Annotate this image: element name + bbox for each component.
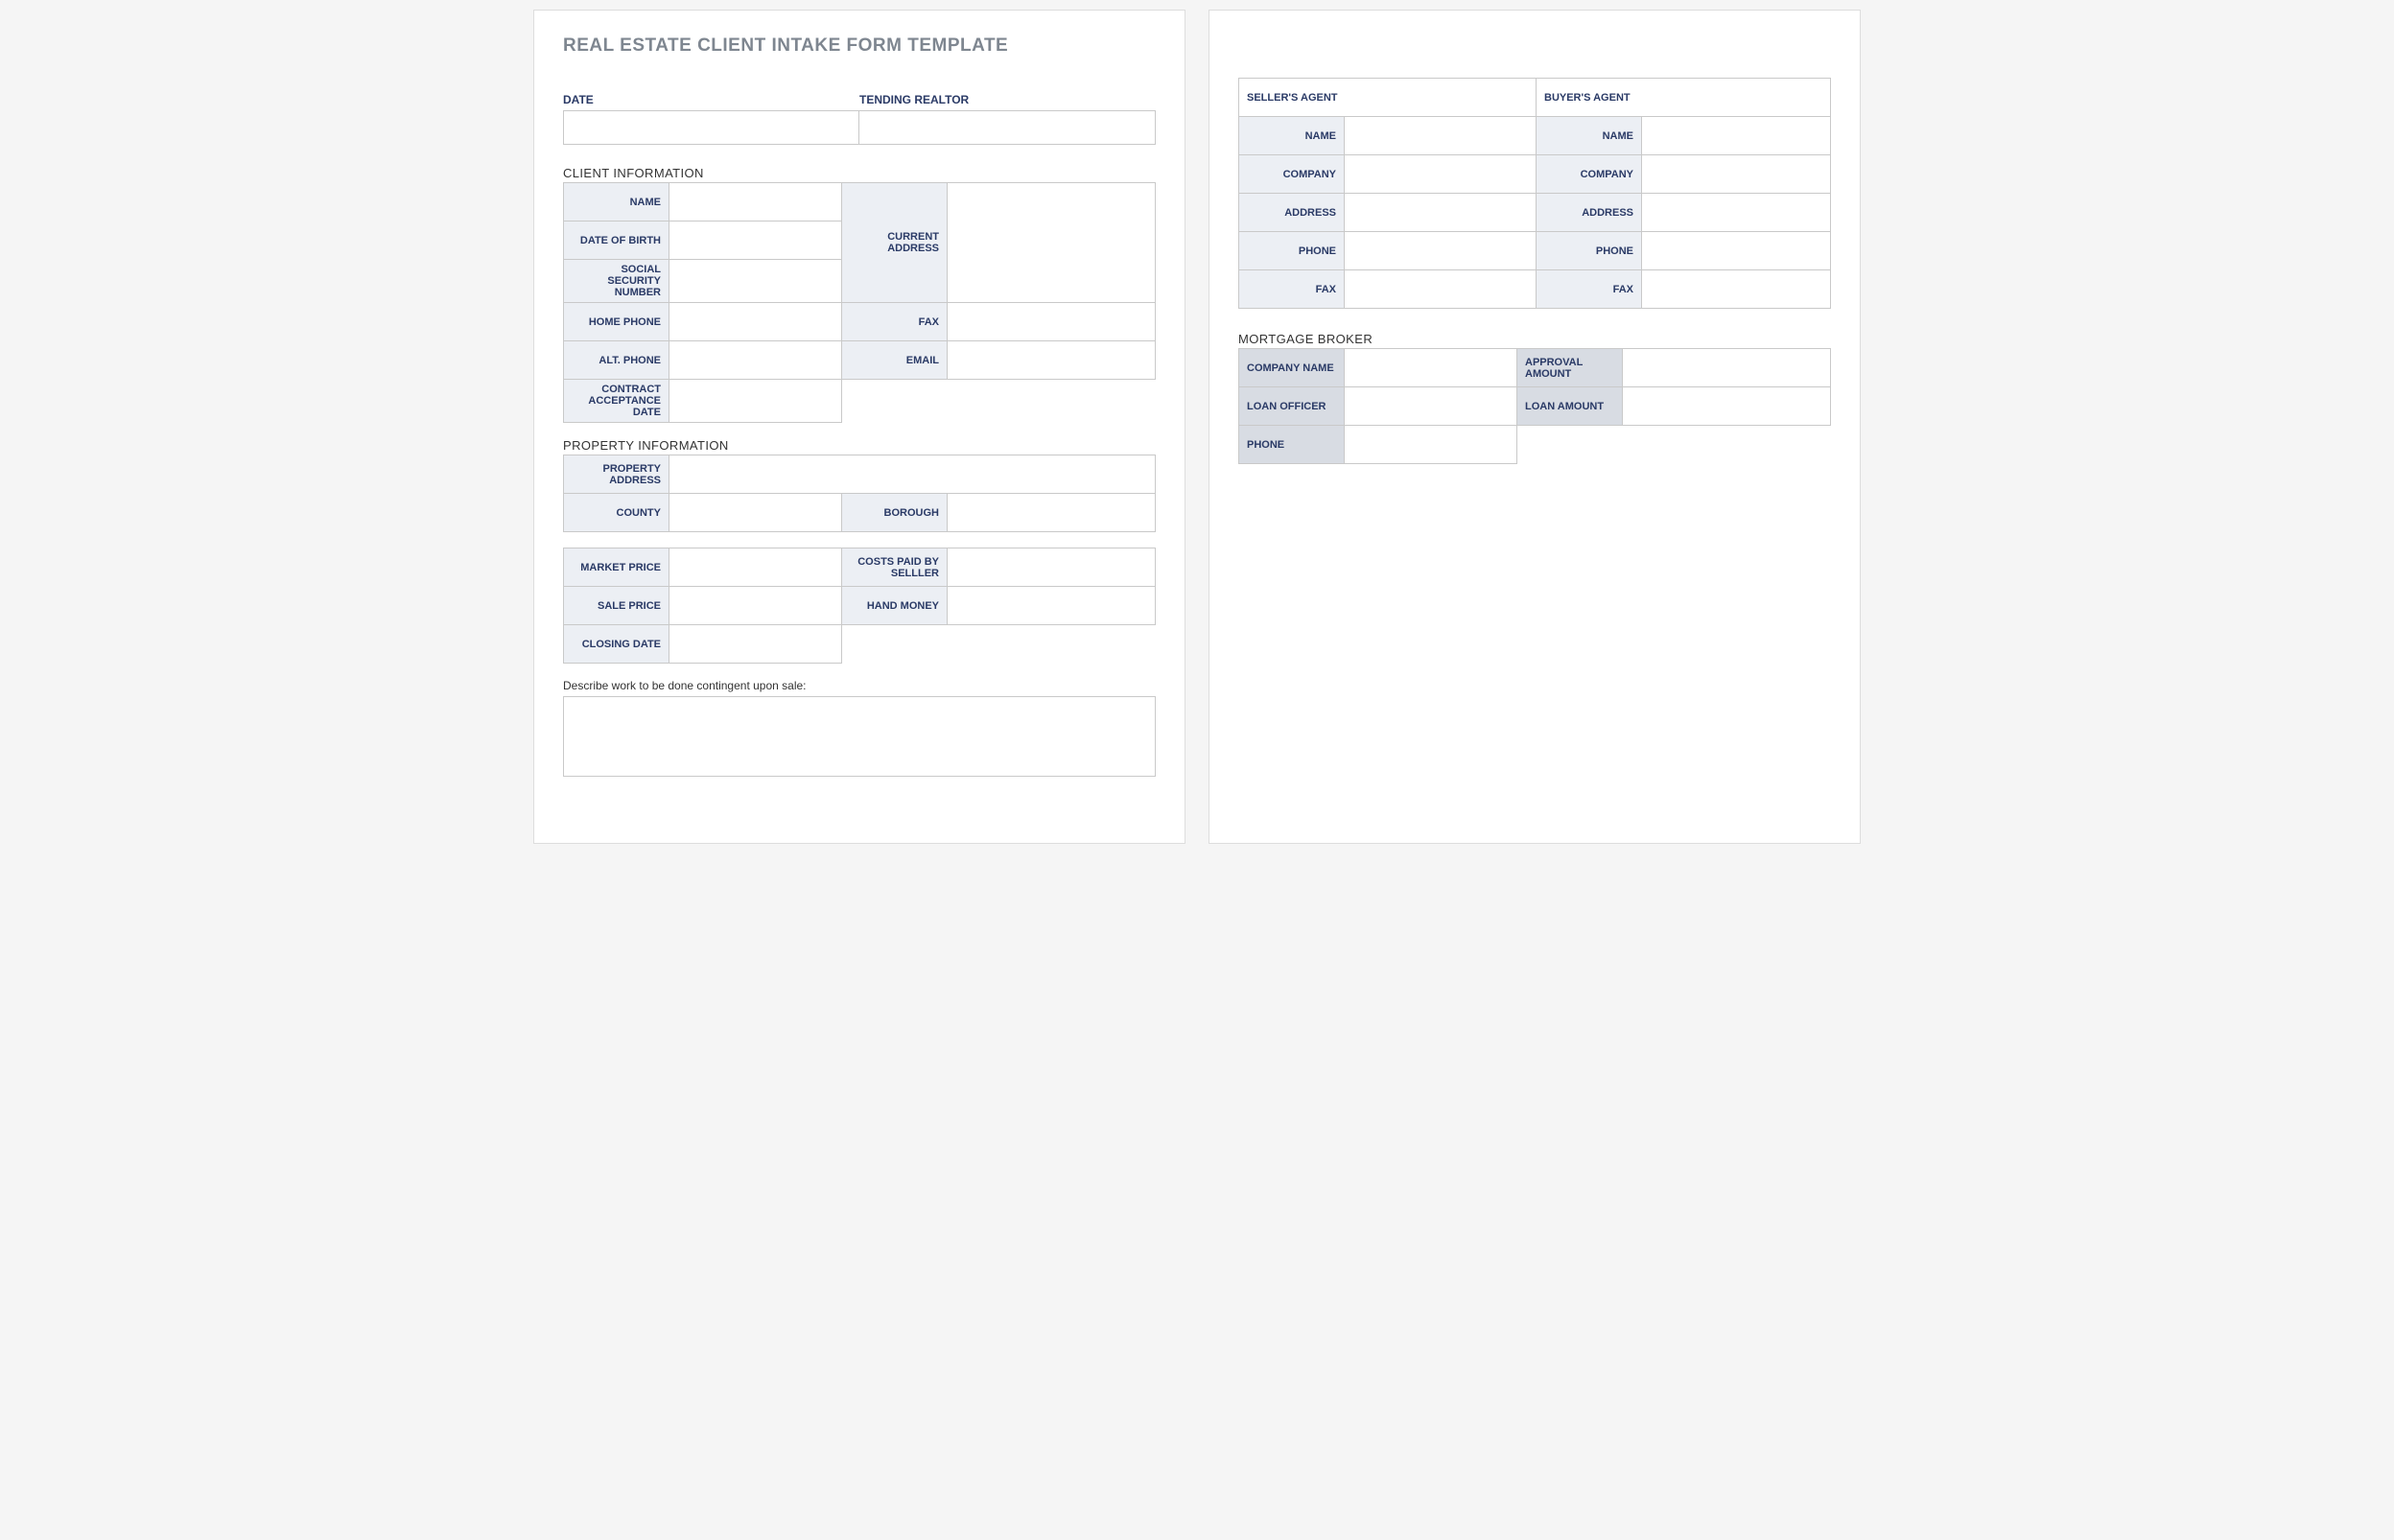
- describe-label: Describe work to be done contingent upon…: [563, 679, 1156, 692]
- client-info-table: NAME CURRENT ADDRESS DATE OF BIRTH SOCIA…: [563, 182, 1156, 423]
- company-name-input[interactable]: [1345, 349, 1517, 387]
- agents-table: SELLER'S AGENT BUYER'S AGENT NAME NAME C…: [1238, 78, 1831, 309]
- company-name-label: COMPANY NAME: [1239, 349, 1345, 387]
- mortgage-broker-heading: MORTGAGE BROKER: [1238, 332, 1831, 346]
- sale-price-label: SALE PRICE: [564, 587, 669, 625]
- seller-company-label: COMPANY: [1239, 155, 1345, 194]
- property-info-table: PROPERTY ADDRESS COUNTY BOROUGH: [563, 455, 1156, 532]
- contract-acceptance-label: CONTRACT ACCEPTANCE DATE: [564, 380, 669, 423]
- seller-address-input[interactable]: [1345, 194, 1537, 232]
- buyer-address-input[interactable]: [1642, 194, 1831, 232]
- fax-input[interactable]: [948, 303, 1156, 341]
- borough-input[interactable]: [948, 494, 1156, 532]
- client-info-heading: CLIENT INFORMATION: [563, 166, 1156, 180]
- seller-name-label: NAME: [1239, 117, 1345, 155]
- header-block: DATE TENDING REALTOR: [563, 93, 1156, 145]
- email-input[interactable]: [948, 341, 1156, 380]
- dob-input[interactable]: [669, 222, 842, 260]
- buyer-fax-input[interactable]: [1642, 270, 1831, 309]
- buyers-agent-heading: BUYER'S AGENT: [1537, 79, 1831, 117]
- property-address-input[interactable]: [669, 455, 1156, 494]
- loan-amount-label: LOAN AMOUNT: [1517, 387, 1623, 426]
- name-input[interactable]: [669, 183, 842, 222]
- loan-officer-label: LOAN OFFICER: [1239, 387, 1345, 426]
- name-label: NAME: [564, 183, 669, 222]
- seller-address-label: ADDRESS: [1239, 194, 1345, 232]
- buyer-address-label: ADDRESS: [1537, 194, 1642, 232]
- home-phone-label: HOME PHONE: [564, 303, 669, 341]
- approval-amount-label: APPROVAL AMOUNT: [1517, 349, 1623, 387]
- hand-money-input[interactable]: [948, 587, 1156, 625]
- borough-label: BOROUGH: [842, 494, 948, 532]
- seller-company-input[interactable]: [1345, 155, 1537, 194]
- seller-name-input[interactable]: [1345, 117, 1537, 155]
- page-2: SELLER'S AGENT BUYER'S AGENT NAME NAME C…: [1209, 10, 1861, 844]
- date-input[interactable]: [563, 110, 859, 145]
- loan-officer-input[interactable]: [1345, 387, 1517, 426]
- alt-phone-label: ALT. PHONE: [564, 341, 669, 380]
- loan-amount-input[interactable]: [1623, 387, 1831, 426]
- page-title: REAL ESTATE CLIENT INTAKE FORM TEMPLATE: [563, 35, 1156, 57]
- property-info-heading: PROPERTY INFORMATION: [563, 438, 1156, 453]
- county-input[interactable]: [669, 494, 842, 532]
- tending-realtor-label: TENDING REALTOR: [859, 93, 1156, 110]
- home-phone-input[interactable]: [669, 303, 842, 341]
- buyer-phone-label: PHONE: [1537, 232, 1642, 270]
- seller-fax-label: FAX: [1239, 270, 1345, 309]
- seller-phone-label: PHONE: [1239, 232, 1345, 270]
- current-address-input[interactable]: [948, 183, 1156, 303]
- ssn-input[interactable]: [669, 260, 842, 303]
- property-address-label: PROPERTY ADDRESS: [564, 455, 669, 494]
- broker-table: COMPANY NAME APPROVAL AMOUNT LOAN OFFICE…: [1238, 348, 1831, 464]
- seller-phone-input[interactable]: [1345, 232, 1537, 270]
- market-price-input[interactable]: [669, 548, 842, 587]
- tending-realtor-input[interactable]: [859, 110, 1156, 145]
- sellers-agent-heading: SELLER'S AGENT: [1239, 79, 1537, 117]
- alt-phone-input[interactable]: [669, 341, 842, 380]
- costs-paid-input[interactable]: [948, 548, 1156, 587]
- date-label: DATE: [563, 93, 859, 110]
- price-table: MARKET PRICE COSTS PAID BY SELLLER SALE …: [563, 548, 1156, 664]
- approval-amount-input[interactable]: [1623, 349, 1831, 387]
- sale-price-input[interactable]: [669, 587, 842, 625]
- broker-phone-label: PHONE: [1239, 426, 1345, 464]
- broker-phone-input[interactable]: [1345, 426, 1517, 464]
- ssn-label: SOCIAL SECURITY NUMBER: [564, 260, 669, 303]
- dob-label: DATE OF BIRTH: [564, 222, 669, 260]
- buyer-fax-label: FAX: [1537, 270, 1642, 309]
- hand-money-label: HAND MONEY: [842, 587, 948, 625]
- buyer-company-input[interactable]: [1642, 155, 1831, 194]
- buyer-name-input[interactable]: [1642, 117, 1831, 155]
- seller-fax-input[interactable]: [1345, 270, 1537, 309]
- closing-date-input[interactable]: [669, 625, 842, 664]
- closing-date-label: CLOSING DATE: [564, 625, 669, 664]
- buyer-phone-input[interactable]: [1642, 232, 1831, 270]
- market-price-label: MARKET PRICE: [564, 548, 669, 587]
- buyer-company-label: COMPANY: [1537, 155, 1642, 194]
- buyer-name-label: NAME: [1537, 117, 1642, 155]
- county-label: COUNTY: [564, 494, 669, 532]
- fax-label: FAX: [842, 303, 948, 341]
- page-1: REAL ESTATE CLIENT INTAKE FORM TEMPLATE …: [533, 10, 1185, 844]
- describe-input[interactable]: [563, 696, 1156, 777]
- costs-paid-label: COSTS PAID BY SELLLER: [842, 548, 948, 587]
- email-label: EMAIL: [842, 341, 948, 380]
- current-address-label: CURRENT ADDRESS: [842, 183, 948, 303]
- contract-acceptance-input[interactable]: [669, 380, 842, 423]
